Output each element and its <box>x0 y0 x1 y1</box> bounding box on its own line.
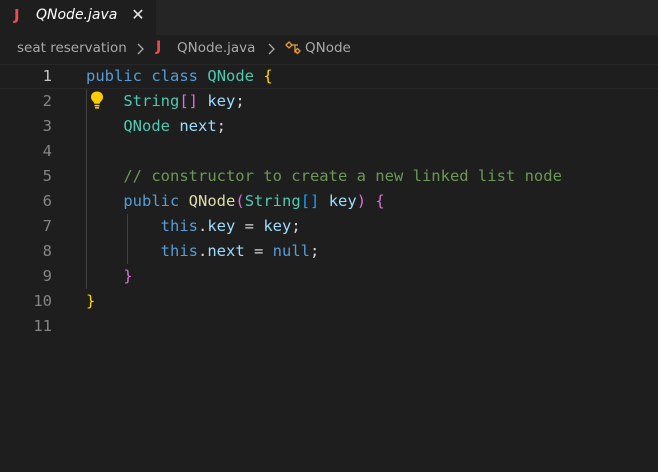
line-number: 2 <box>42 92 52 110</box>
tab-qnode-java[interactable]: J QNode.java ✕ <box>0 0 156 35</box>
line-number: 3 <box>42 117 52 135</box>
code-line: 6 public QNode(String[] key) { <box>0 189 658 214</box>
line-number: 5 <box>42 167 52 185</box>
lightbulb-icon[interactable] <box>88 90 106 110</box>
code-text: public QNode(String[] key) { <box>123 192 385 210</box>
breadcrumb-file[interactable]: QNode.java <box>177 40 255 56</box>
chevron-right-icon <box>137 43 144 55</box>
java-icon: J <box>156 39 162 55</box>
line-number: 8 <box>42 242 52 260</box>
code-text: this.next = null; <box>160 242 320 260</box>
code-line: 7 this.key = key; <box>0 214 658 239</box>
code-text: } <box>86 292 96 310</box>
code-text: QNode next; <box>123 117 227 135</box>
line-number: 1 <box>42 67 52 85</box>
chevron-right-icon <box>268 43 275 55</box>
code-text: public class QNode { <box>86 67 273 85</box>
code-line: 8 this.next = null; <box>0 239 658 264</box>
breadcrumb: seat reservation J QNode.java QNode <box>0 35 658 64</box>
line-number: 10 <box>33 292 52 310</box>
breadcrumb-folder[interactable]: seat reservation <box>17 40 127 56</box>
code-line: 5 // constructor to create a new linked … <box>0 164 658 189</box>
code-line: 9 } <box>0 264 658 289</box>
code-line: 10 } <box>0 289 658 314</box>
vscode-editor-window: J QNode.java ✕ seat reservation J QNode.… <box>0 0 658 472</box>
tab-bar: J QNode.java ✕ <box>0 0 658 35</box>
java-icon: J <box>14 6 20 24</box>
code-line: 11 <box>0 314 658 339</box>
code-line: 4 <box>0 139 658 164</box>
line-number: 4 <box>42 142 52 160</box>
close-icon[interactable]: ✕ <box>129 5 147 25</box>
line-number: 6 <box>42 192 52 210</box>
code-line: 1 public class QNode { <box>0 64 658 89</box>
tab-label: QNode.java <box>36 7 118 23</box>
line-number: 11 <box>33 317 52 335</box>
code-text: // constructor to create a new linked li… <box>123 167 562 185</box>
breadcrumb-symbol[interactable]: QNode <box>305 40 351 56</box>
code-text: } <box>123 267 133 285</box>
code-editor[interactable]: 1 public class QNode { 2 String[] key; 3… <box>0 64 658 472</box>
line-number: 9 <box>42 267 52 285</box>
code-text: String[] key; <box>123 92 245 110</box>
code-text: this.key = key; <box>160 217 301 235</box>
class-symbol-icon <box>285 41 301 55</box>
code-line: 3 QNode next; <box>0 114 658 139</box>
line-number: 7 <box>42 217 52 235</box>
